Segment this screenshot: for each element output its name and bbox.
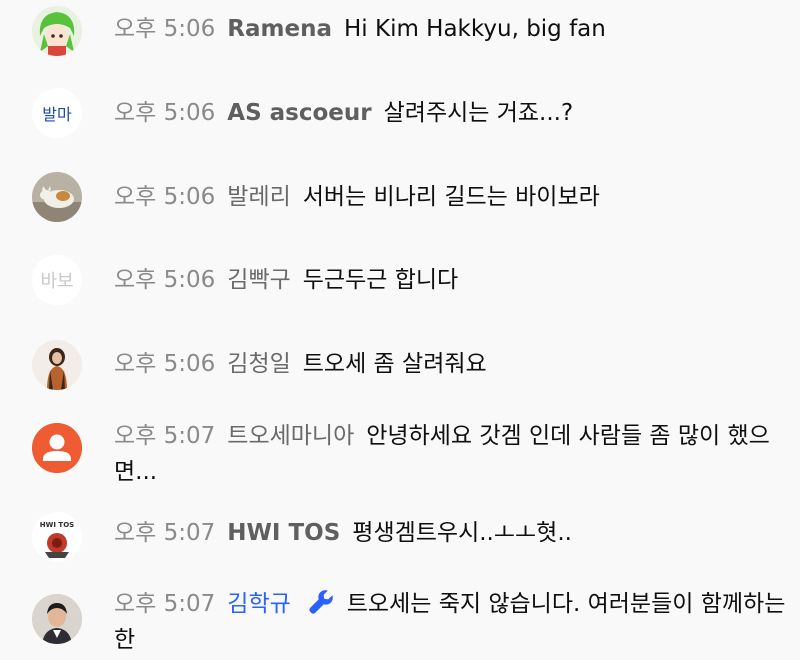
author-name[interactable]: 트오세마니아 [227,423,354,449]
avatar-text: 발마 [42,105,72,124]
wrench-icon [309,590,333,614]
author-name[interactable]: 발레리 [227,184,290,210]
message-text: Hi Kim Hakkyu, big fan [343,16,606,42]
handwriting-avatar[interactable]: 바보 [32,255,82,305]
message-time: 오후 5:06 [114,267,216,293]
message-text: 평생겜트우시..ㅗㅗ혓.. [352,520,572,546]
text-avatar[interactable]: 발마 [32,88,82,138]
photo-avatar[interactable] [32,594,82,644]
message-time: 오후 5:07 [114,591,216,617]
message-time: 오후 5:07 [114,423,216,449]
message-time: 오후 5:06 [114,184,216,210]
message-text: 두근두근 합니다 [302,267,459,293]
message-time: 오후 5:06 [114,16,216,42]
author-name[interactable]: Ramena [227,16,332,42]
message-text: 트오세 좀 살려줘요 [302,351,487,377]
message-time: 오후 5:06 [114,351,216,377]
message-text: 서버는 비나리 길드는 바이보라 [302,184,600,210]
author-name[interactable]: 김학규 [227,591,290,617]
message-text: 살려주시는 거죠...? [383,100,574,126]
live-chat-list: 오후 5:06 Ramena Hi Kim Hakkyu, big fan 발마 오… [0,0,800,660]
logo-avatar[interactable]: HWI TOS [32,512,82,562]
default-user-avatar[interactable] [32,423,82,473]
message-time: 오후 5:07 [114,520,216,546]
avatar-text: 바보 [40,271,73,292]
person-avatar[interactable] [32,340,82,390]
author-name[interactable]: 김청일 [227,351,290,377]
avatar-text: HWI TOS [40,521,74,529]
author-name[interactable]: HWI TOS [227,520,340,546]
cat-avatar[interactable] [32,172,82,222]
author-name[interactable]: AS ascoeur [227,100,371,126]
author-name[interactable]: 김빡구 [227,267,290,293]
anime-avatar[interactable] [32,6,82,56]
message-time: 오후 5:06 [114,100,216,126]
